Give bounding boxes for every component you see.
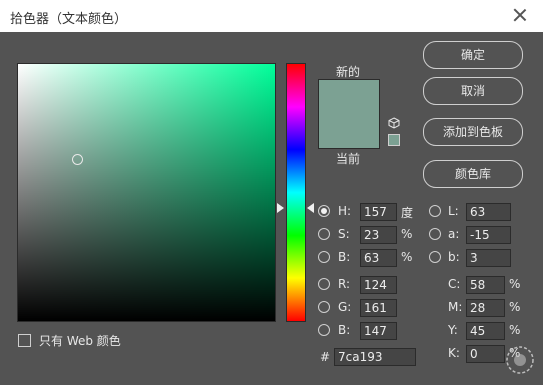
y-label: Y: [448, 323, 458, 337]
b-hsb-unit: % [401, 250, 413, 264]
color-picker-cursor[interactable] [72, 154, 83, 165]
ok-button[interactable]: 确定 [423, 41, 523, 69]
h-input[interactable]: 157 [360, 203, 397, 221]
radio-b-rgb[interactable] [318, 324, 330, 336]
h-label: H: [338, 204, 352, 218]
y-input[interactable]: 45 [466, 322, 505, 340]
hue-slider[interactable] [286, 63, 306, 322]
web-colors-only-label: 只有 Web 颜色 [39, 334, 121, 348]
hex-input[interactable]: 7ca193 [334, 348, 416, 366]
s-label: S: [338, 227, 350, 241]
b-rgb-input[interactable]: 147 [360, 322, 397, 340]
radio-s[interactable] [318, 228, 330, 240]
color-libraries-button[interactable]: 颜色库 [423, 160, 523, 188]
radio-b-lab[interactable] [429, 251, 441, 263]
m-label: M: [448, 300, 463, 314]
l-label: L: [448, 204, 459, 218]
radio-g[interactable] [318, 301, 330, 313]
s-unit: % [401, 227, 413, 241]
g-input[interactable]: 161 [360, 299, 397, 317]
cancel-button[interactable]: 取消 [423, 77, 523, 105]
b-lab-input[interactable]: 3 [466, 249, 511, 267]
new-color-label: 新的 [335, 65, 360, 79]
h-unit: 度 [401, 206, 414, 220]
current-color-label: 当前 [335, 152, 360, 166]
radio-b-hsb[interactable] [318, 251, 330, 263]
window-title: 拾色器（文本颜色） [10, 12, 128, 27]
k-label: K: [448, 346, 460, 360]
hex-label: # [320, 350, 331, 364]
r-input[interactable]: 124 [360, 276, 397, 294]
c-input[interactable]: 58 [466, 276, 505, 294]
saturation-brightness-field[interactable] [17, 63, 276, 322]
current-color-swatch[interactable] [319, 114, 379, 148]
g-label: G: [338, 300, 352, 314]
web-safe-color-swatch[interactable] [388, 134, 400, 146]
add-to-swatches-button[interactable]: 添加到色板 [423, 118, 523, 146]
b-lab-label: b: [448, 250, 460, 264]
color-preview [318, 79, 380, 149]
radio-h[interactable] [318, 205, 330, 217]
radio-r[interactable] [318, 278, 330, 290]
out-of-gamut-cube-icon[interactable] [388, 117, 400, 129]
title-bar: 拾色器（文本颜色） [0, 0, 543, 32]
c-unit: % [509, 277, 521, 291]
hue-slider-handle-right[interactable] [307, 203, 314, 213]
b-hsb-input[interactable]: 63 [360, 249, 397, 267]
b-rgb-label: B: [338, 323, 351, 337]
radio-l[interactable] [429, 205, 441, 217]
hue-slider-handle-left[interactable] [277, 203, 284, 213]
a-label: a: [448, 227, 460, 241]
m-unit: % [509, 300, 521, 314]
s-input[interactable]: 23 [360, 226, 397, 244]
b-hsb-label: B: [338, 250, 351, 264]
l-input[interactable]: 63 [466, 203, 511, 221]
web-colors-only-checkbox[interactable] [18, 334, 31, 347]
a-input[interactable]: -15 [466, 226, 511, 244]
watermark-logo-icon [506, 346, 534, 374]
c-label: C: [448, 277, 461, 291]
new-color-swatch [319, 80, 379, 114]
radio-a[interactable] [429, 228, 441, 240]
y-unit: % [509, 323, 521, 337]
close-icon[interactable] [511, 6, 529, 24]
m-input[interactable]: 28 [466, 299, 505, 317]
r-label: R: [338, 277, 351, 291]
